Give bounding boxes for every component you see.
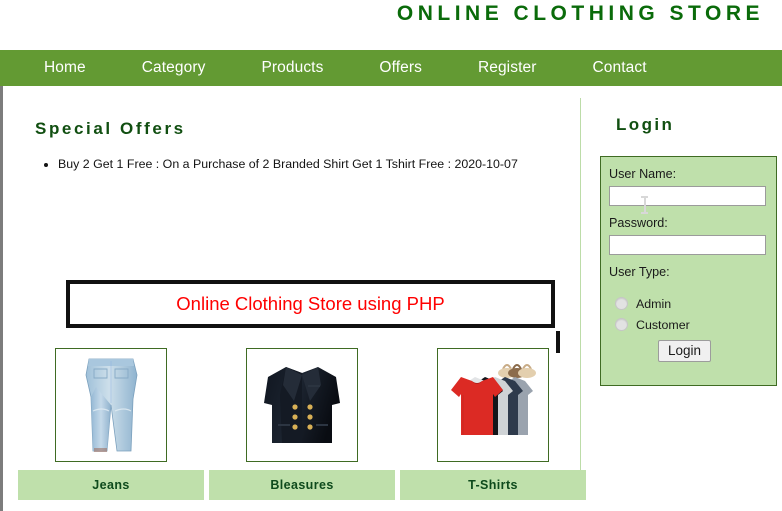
radio-option-admin[interactable]: Admin (615, 293, 766, 314)
login-heading: Login (616, 115, 675, 134)
blazer-image (246, 348, 358, 462)
nav-item-contact[interactable]: Contact (592, 59, 646, 77)
login-submit-button[interactable]: Login (657, 340, 712, 362)
blazer-graphic (264, 367, 340, 443)
radio-label-customer: Customer (636, 317, 690, 332)
product-card-jeans[interactable]: Jeans (18, 348, 204, 500)
site-title: ONLINE CLOTHING STORE (396, 2, 764, 25)
nav-item-products[interactable]: Products (261, 59, 323, 77)
product-card-bleasures[interactable]: Bleasures (209, 348, 395, 500)
product-label-jeans[interactable]: Jeans (18, 470, 204, 500)
radio-button-icon[interactable] (615, 318, 628, 331)
nav-item-offers[interactable]: Offers (379, 59, 422, 77)
login-button-row: Login (609, 340, 766, 362)
main-navigation: Home Category Products Offers Register C… (0, 50, 782, 86)
jeans-graphic (85, 358, 138, 452)
list-item: Buy 2 Get 1 Free : On a Purchase of 2 Br… (58, 156, 578, 173)
password-input[interactable] (609, 235, 766, 255)
product-label-bleasures[interactable]: Bleasures (209, 470, 395, 500)
radio-button-icon[interactable] (615, 297, 628, 310)
marquee-banner: Online Clothing Store using PHP (66, 280, 555, 328)
tshirts-graphic (451, 364, 536, 435)
usertype-radio-group: Admin Customer (609, 293, 766, 335)
main-content-column: Special Offers Buy 2 Get 1 Free : On a P… (0, 86, 586, 511)
nav-item-home[interactable]: Home (44, 59, 86, 77)
product-card-tshirts[interactable]: T-Shirts (400, 348, 586, 500)
usertype-label: User Type: (609, 265, 670, 279)
password-label: Password: (609, 216, 668, 230)
jeans-image (55, 348, 167, 462)
login-form-panel: User Name: Password: User Type: Admin Cu… (600, 156, 777, 386)
product-category-row: Jeans Bleasures T-Shirts (18, 348, 586, 500)
username-input[interactable] (609, 186, 766, 206)
tshirts-image (437, 348, 549, 462)
nav-item-register[interactable]: Register (478, 59, 537, 77)
marquee-banner-text: Online Clothing Store using PHP (176, 293, 445, 314)
username-label: User Name: (609, 167, 677, 181)
page-title: Special Offers (35, 119, 186, 138)
nav-item-category[interactable]: Category (142, 59, 206, 77)
special-offers-list: Buy 2 Get 1 Free : On a Purchase of 2 Br… (12, 156, 578, 173)
nav-list: Home Category Products Offers Register C… (0, 50, 782, 86)
radio-option-customer[interactable]: Customer (615, 314, 766, 335)
site-header: ONLINE CLOTHING STORE (0, 0, 782, 50)
radio-label-admin: Admin (636, 296, 672, 311)
product-label-tshirts[interactable]: T-Shirts (400, 470, 586, 500)
